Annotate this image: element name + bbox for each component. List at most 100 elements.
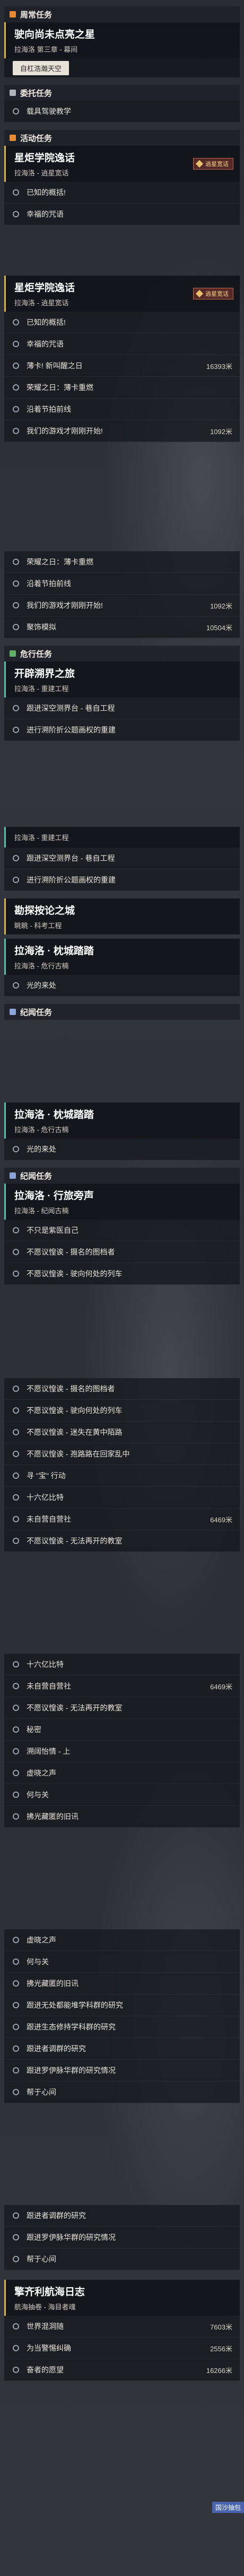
quest-label: 跟进深空测界台 - 巷自工程 — [27, 854, 115, 862]
mission-card[interactable]: 星炬学院逸话 拉海洛 - 逍星宽话 逍星宽话 — [4, 276, 240, 312]
quest-row[interactable]: 帮于心间 — [4, 2248, 240, 2270]
quest-row[interactable]: 世界混洞随 7603米 — [4, 2316, 240, 2337]
radio-icon — [13, 2045, 19, 2052]
quest-row[interactable]: 为当警惕纠确 2556米 — [4, 2337, 240, 2359]
mission-action-row: 自杠浩瀚天空 — [4, 58, 240, 77]
quest-label: 跟进罗伊脉华群的研究情况 — [27, 2066, 116, 2075]
quest-row[interactable]: 不愿议惶诶 - 迷失在黄中陌路 — [4, 1422, 240, 1443]
category-activity[interactable]: 活动任务 — [4, 130, 240, 146]
radio-icon — [13, 1429, 19, 1435]
mission-title: 开辟溯界之旅 — [14, 668, 75, 680]
category-danger[interactable]: 危行任务 — [4, 646, 240, 661]
mission-card[interactable]: 拉海洛 - 重建工程 — [4, 827, 240, 848]
quest-row[interactable]: 寻 "宝" 行动 — [4, 1465, 240, 1487]
quest-row[interactable]: 十六亿比特 — [4, 1654, 240, 1675]
quest-row[interactable]: 溯阔怡情 - 上 — [4, 1741, 240, 1762]
quest-row[interactable]: 秘密 — [4, 1719, 240, 1741]
quest-row[interactable]: 光的来处 — [4, 1139, 240, 1160]
mission-tag: 逍星宽话 — [193, 158, 233, 170]
category-commission[interactable]: 委托任务 — [4, 85, 240, 101]
quest-row[interactable]: 拂光藏匿的旧讯 — [4, 1806, 240, 1828]
quest-row[interactable]: 未自营自营社 6469米 — [4, 1675, 240, 1697]
quest-row[interactable]: 我们的游戏才刚刚开始! 1092米 — [4, 420, 240, 442]
quest-row[interactable]: 何与关 — [4, 1784, 240, 1806]
quest-row[interactable]: 聚饰模拟 10504米 — [4, 616, 240, 638]
mission-card[interactable]: 开辟溯界之旅 拉海洛 - 重建工程 — [4, 661, 240, 698]
quest-row[interactable]: 沿着节拍前线 — [4, 399, 240, 420]
mission-card[interactable]: 拉海洛 · 枕城踏踏 拉海洛 - 危行古楠 — [4, 939, 240, 975]
mission-card[interactable]: 驶向尚未点亮之星 拉海洛 第三章 - 幕间 — [4, 22, 240, 58]
quest-row[interactable]: 荣耀之日：薄卡重燃 — [4, 551, 240, 573]
quest-row[interactable]: 何与关 — [4, 1951, 240, 1973]
mission-subtitle: 拉海洛 第三章 - 幕间 — [14, 46, 78, 54]
quest-row[interactable]: 不愿议惶诶 - 驶向何处的列车 — [4, 1263, 240, 1285]
radio-icon — [13, 1407, 19, 1414]
quest-label: 不愿议惶诶 - 摄名的图档者 — [27, 1248, 115, 1256]
quest-row[interactable]: 光的来处 — [4, 975, 240, 996]
quest-label: 跟进生态修持学科群的研究 — [27, 2023, 116, 2031]
quest-row[interactable]: 帮于心间 — [4, 2081, 240, 2103]
quest-row[interactable]: 已知的概括! — [4, 182, 240, 204]
mission-title: 擎齐利航海日志 — [14, 2287, 85, 2298]
quest-row[interactable]: 薄卡! 新叫醒之日 16393米 — [4, 355, 240, 377]
mission-tag: 逍星宽话 — [193, 288, 233, 299]
quest-panel: 周常任务 驶向尚未点亮之星 拉海洛 第三章 - 幕间 自杠浩瀚天空 委托任务 载… — [4, 6, 240, 225]
quest-row[interactable]: 进行溯阶折公题画权的重建 — [4, 719, 240, 741]
quest-row[interactable]: 虚晓之声 — [4, 1762, 240, 1784]
mission-card[interactable]: 拉海洛 · 枕城踏踏 拉海洛 - 危行古楠 — [4, 1102, 240, 1139]
quest-row[interactable]: 跟进罗伊脉华群的研究情况 — [4, 2227, 240, 2248]
quest-row[interactable]: 跟进者调群的研究 — [4, 2038, 240, 2060]
category-daily[interactable]: 周常任务 — [4, 6, 240, 22]
quest-row[interactable]: 跟进生态修持学科群的研究 — [4, 2016, 240, 2038]
radio-icon — [13, 877, 19, 883]
radio-icon — [13, 1451, 19, 1457]
quest-distance: 6469米 — [210, 1682, 232, 1691]
quest-row[interactable]: 不愿议惶诶 - 孢路路在回家乱中 — [4, 1443, 240, 1465]
quest-row[interactable]: 幸福的咒语 — [4, 333, 240, 355]
quest-row[interactable]: 不愿议惶诶 - 摄名的图档者 — [4, 1241, 240, 1263]
quest-row[interactable]: 沿着节拍前线 — [4, 573, 240, 595]
category-side[interactable]: 纪闻任务 — [4, 1168, 240, 1184]
quest-row[interactable]: 不愿议惶诶 - 无法再开的教室 — [4, 1697, 240, 1719]
mission-title: 拉海洛 · 枕城踏踏 — [14, 1109, 94, 1121]
quest-distance: 6469米 — [210, 1515, 232, 1524]
quest-row[interactable]: 十六亿比特 — [4, 1487, 240, 1508]
quest-row[interactable]: 虚晓之声 — [4, 1929, 240, 1951]
mission-card[interactable]: 拉海洛 · 行旅旁声 拉海洛 - 纪闻古楠 — [4, 1184, 240, 1220]
quest-row[interactable]: 已知的概括! — [4, 312, 240, 333]
mission-card[interactable]: 星炬学院逸话 拉海洛 - 逍星宽话 逍星宽话 — [4, 146, 240, 182]
quest-row[interactable]: 拂光藏匿的旧讯 — [4, 1973, 240, 1995]
quest-row[interactable]: 未自营自营社 6469米 — [4, 1508, 240, 1530]
mission-action-button[interactable]: 自杠浩瀚天空 — [13, 60, 69, 75]
quest-row[interactable]: 跟进罗伊脉华群的研究情况 — [4, 2060, 240, 2081]
mission-card[interactable]: 勘探按论之城 眺眺 - 科考工程 — [4, 898, 240, 934]
radio-icon — [13, 1937, 19, 1943]
radio-icon — [13, 1792, 19, 1798]
quest-distance: 1092米 — [210, 427, 232, 436]
quest-row[interactable]: 幸福的咒语 — [4, 204, 240, 225]
mission-subtitle: 拉海洛 - 重建工程 — [14, 685, 69, 693]
quest-row[interactable]: 跟进无处都能堆学科群的研究 — [4, 1995, 240, 2016]
mission-card[interactable]: 擎齐利航海日志 航海抽卷 - 海目者魂 — [4, 2280, 240, 2316]
quest-row[interactable]: 荣耀之日：薄卡重燃 — [4, 377, 240, 399]
mission-subtitle: 眺眺 - 科考工程 — [14, 922, 62, 930]
region-badge[interactable]: 国沙抽包 — [212, 2502, 244, 2513]
radio-icon — [13, 1472, 19, 1479]
quest-row[interactable]: 我们的游戏才刚刚开始! 1092米 — [4, 595, 240, 616]
quest-row[interactable]: 不只是紫医自己 — [4, 1220, 240, 1241]
quest-row[interactable]: 跟进深空测界台 - 巷自工程 — [4, 698, 240, 719]
quest-row[interactable]: 不愿议惶诶 - 驶向何处的列车 — [4, 1400, 240, 1422]
radio-icon — [13, 1980, 19, 1987]
quest-label: 已知的概括! — [27, 188, 66, 197]
quest-row[interactable]: 不愿议惶诶 - 摄名的图档者 — [4, 1378, 240, 1400]
quest-row[interactable]: 载具驾驶教学 — [4, 101, 240, 122]
quest-row[interactable]: 不愿议惶诶 - 无法再开的教室 — [4, 1530, 240, 1552]
quest-row[interactable]: 跟进者调群的研究 — [4, 2205, 240, 2227]
quest-row[interactable]: 跟进深空测界台 - 巷自工程 — [4, 848, 240, 869]
quest-label: 帮于心间 — [27, 2255, 56, 2263]
quest-label: 不愿议惶诶 - 无法再开的教室 — [27, 1704, 123, 1712]
category-side[interactable]: 纪闻任务 — [4, 1004, 240, 1020]
quest-row[interactable]: 奋者的愿望 16266米 — [4, 2359, 240, 2381]
radio-icon — [13, 319, 19, 325]
quest-row[interactable]: 进行溯阶折公题画权的重建 — [4, 869, 240, 891]
